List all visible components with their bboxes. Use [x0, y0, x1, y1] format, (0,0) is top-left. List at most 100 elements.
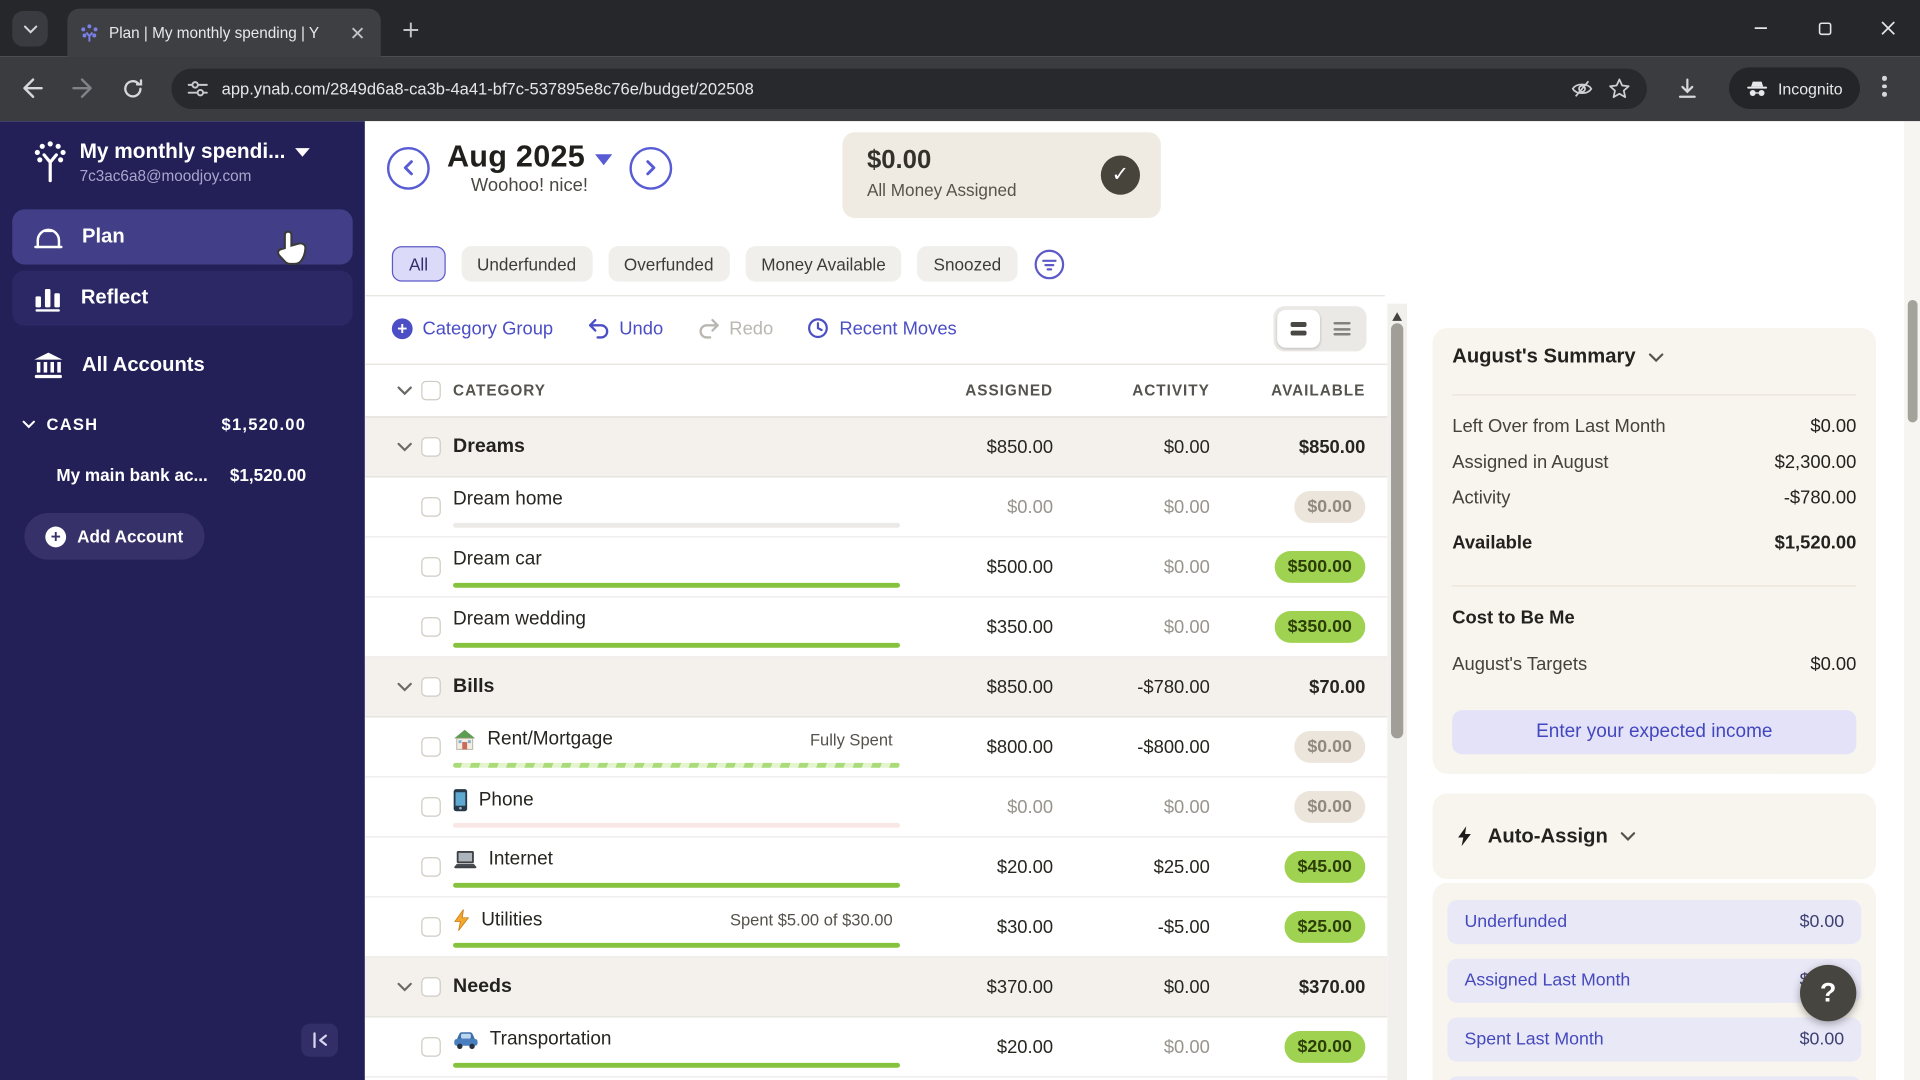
activity-cell[interactable]: -$5.00 [1053, 917, 1210, 938]
activity-cell[interactable]: $0.00 [1053, 557, 1210, 578]
row-checkbox[interactable] [421, 917, 441, 937]
close-window-button[interactable] [1856, 0, 1920, 56]
activity-cell[interactable]: $0.00 [1053, 1037, 1210, 1058]
assigned-cell[interactable]: $0.00 [900, 497, 1053, 518]
filter-snoozed[interactable]: Snoozed [917, 246, 1018, 282]
reload-button[interactable] [121, 77, 144, 100]
assigned-cell[interactable]: $0.00 [900, 797, 1053, 818]
chevron-down-icon[interactable] [397, 442, 413, 452]
browser-menu-button[interactable] [1882, 75, 1887, 97]
chevron-down-icon[interactable] [397, 982, 413, 992]
tab-close-button[interactable] [347, 21, 369, 43]
group-name[interactable]: Bills [453, 676, 900, 698]
group-name[interactable]: Dreams [453, 436, 900, 458]
table-scrollbar[interactable] [1387, 303, 1407, 1080]
filter-money-available[interactable]: Money Available [745, 246, 902, 282]
available-pill[interactable]: $0.00 [1293, 491, 1366, 523]
budget-switcher[interactable]: My monthly spendi... 7c3ac6a8@moodjoy.co… [32, 140, 355, 185]
assigned-cell[interactable]: $350.00 [900, 617, 1053, 638]
month-selector[interactable]: Aug 2025 [447, 140, 612, 176]
filter-underfunded[interactable]: Underfunded [461, 246, 593, 282]
undo-button[interactable]: Undo [587, 318, 663, 339]
recent-moves-button[interactable]: Recent Moves [807, 317, 957, 339]
select-all-checkbox[interactable] [421, 380, 441, 401]
category-row-dream-wedding[interactable]: Dream wedding $350.00 $0.00 $350.00 [364, 597, 1388, 658]
scrollbar-thumb[interactable] [1391, 323, 1404, 739]
auto-assign-card[interactable]: Auto-Assign [1432, 793, 1876, 880]
row-checkbox[interactable] [421, 857, 441, 877]
add-account-button[interactable]: + Add Account [24, 513, 204, 560]
sidebar-item-all-accounts[interactable]: All Accounts [12, 338, 352, 393]
enter-expected-income-button[interactable]: Enter your expected income [1452, 710, 1857, 755]
group-name[interactable]: Needs [453, 976, 900, 998]
eye-hidden-icon[interactable] [1570, 78, 1594, 99]
category-row-phone[interactable]: Phone $0.00 $0.00 $0.00 [364, 777, 1388, 838]
category-row-rent-mortgage[interactable]: Rent/Mortgage Fully Spent $800.00 -$800.… [364, 717, 1388, 778]
row-checkbox[interactable] [421, 977, 441, 997]
activity-cell[interactable]: $0.00 [1053, 617, 1210, 638]
account-item[interactable]: My main bank ac... $1,520.00 [56, 465, 306, 485]
group-row-dreams[interactable]: Dreams $850.00 $0.00 $850.00 [364, 417, 1388, 478]
url-text[interactable]: app.ynab.com/2849d6a8-ca3b-4a41-bf7c-537… [222, 80, 1557, 98]
available-pill[interactable]: $350.00 [1274, 611, 1366, 643]
auto-assign-underfunded[interactable]: Underfunded $0.00 [1447, 900, 1862, 945]
row-checkbox[interactable] [421, 797, 441, 817]
view-list-button[interactable] [1320, 310, 1363, 348]
row-checkbox[interactable] [421, 557, 441, 577]
category-row-transportation[interactable]: Transportation $20.00 $0.00 $20.00 [364, 1017, 1388, 1078]
auto-assign-option-partial[interactable] [1447, 1076, 1862, 1080]
category-name[interactable]: Phone [479, 789, 534, 811]
filter-overfunded[interactable]: Overfunded [607, 246, 730, 282]
downloads-button[interactable] [1675, 76, 1699, 100]
group-row-needs[interactable]: Needs $370.00 $0.00 $370.00 [364, 957, 1388, 1018]
new-tab-button[interactable] [394, 13, 426, 45]
auto-assign-assigned-last-month[interactable]: Assigned Last Month $0.00 [1447, 958, 1862, 1003]
activity-cell[interactable]: $25.00 [1053, 857, 1210, 878]
category-name[interactable]: Dream home [453, 489, 563, 511]
bookmark-star-icon[interactable] [1608, 77, 1631, 100]
category-name[interactable]: Rent/Mortgage [487, 729, 613, 751]
assigned-cell[interactable]: $30.00 [900, 917, 1053, 938]
activity-cell[interactable]: $0.00 [1053, 797, 1210, 818]
category-row-utilities[interactable]: Utilities Spent $5.00 of $30.00 $30.00 -… [364, 897, 1388, 958]
chevron-down-icon[interactable] [397, 682, 413, 692]
summary-header[interactable]: August's Summary [1452, 345, 1664, 368]
assigned-cell[interactable]: $800.00 [900, 737, 1053, 758]
available-pill[interactable]: $20.00 [1284, 1031, 1366, 1063]
scroll-up-arrow[interactable] [1392, 312, 1403, 321]
tab-search-button[interactable] [12, 11, 48, 47]
available-pill[interactable]: $25.00 [1284, 911, 1366, 943]
category-name[interactable]: Transportation [490, 1029, 612, 1051]
minimize-button[interactable] [1729, 0, 1793, 56]
forward-button[interactable] [70, 76, 94, 100]
auto-assign-spent-last-month[interactable]: Spent Last Month $0.00 [1447, 1017, 1862, 1062]
row-checkbox[interactable] [421, 737, 441, 757]
available-pill[interactable]: $0.00 [1293, 791, 1366, 823]
help-button[interactable]: ? [1800, 964, 1857, 1022]
available-pill[interactable]: $500.00 [1274, 551, 1366, 583]
sidebar-item-reflect[interactable]: Reflect [12, 270, 353, 326]
redo-button[interactable]: Redo [697, 318, 773, 339]
page-scrollbar[interactable] [1904, 121, 1920, 1080]
category-name[interactable]: Dream wedding [453, 609, 586, 631]
row-checkbox[interactable] [421, 497, 441, 517]
filter-icon[interactable] [1033, 248, 1065, 280]
previous-month-button[interactable] [386, 146, 430, 190]
category-row-dream-home[interactable]: Dream home $0.00 $0.00 $0.00 [364, 477, 1388, 538]
row-checkbox[interactable] [421, 677, 441, 697]
available-pill[interactable]: $0.00 [1293, 731, 1366, 763]
activity-cell[interactable]: $0.00 [1053, 497, 1210, 518]
view-compact-button[interactable] [1277, 309, 1321, 348]
assigned-cell[interactable]: $500.00 [900, 557, 1053, 578]
category-name[interactable]: Utilities [481, 909, 542, 931]
scrollbar-thumb[interactable] [1907, 300, 1917, 423]
account-group-cash[interactable]: CASH $1,520.00 [22, 415, 306, 433]
category-row-internet[interactable]: Internet $20.00 $25.00 $45.00 [364, 837, 1388, 898]
available-pill[interactable]: $45.00 [1284, 851, 1366, 883]
next-month-button[interactable] [629, 146, 672, 190]
add-category-group-button[interactable]: + Category Group [391, 317, 553, 339]
address-bar[interactable]: app.ynab.com/2849d6a8-ca3b-4a41-bf7c-537… [171, 68, 1647, 109]
collapse-sidebar-button[interactable] [301, 1023, 338, 1057]
assigned-cell[interactable]: $20.00 [900, 1037, 1053, 1058]
category-row-dream-car[interactable]: Dream car $500.00 $0.00 $500.00 [364, 537, 1388, 598]
